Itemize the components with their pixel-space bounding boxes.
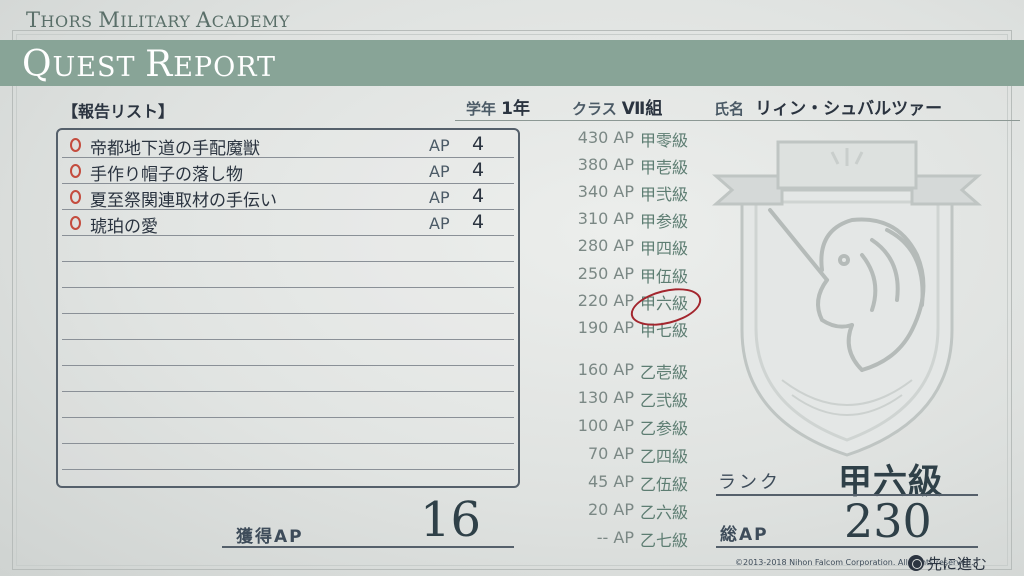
quest-name: 琥珀の愛: [90, 217, 158, 237]
total-ap-underline: [716, 546, 978, 548]
rank-row: 70 AP 乙四級: [552, 442, 712, 466]
quest-complete-icon: [70, 216, 81, 230]
quest-name: 帝都地下道の手配魔獣: [90, 139, 260, 159]
name-info: 氏名 リィン・シュバルツァー: [714, 94, 942, 119]
rank-name: 甲零級: [640, 131, 689, 150]
rank-threshold-ap: 160 AP: [577, 360, 634, 379]
quest-ap-value: 4: [472, 211, 485, 233]
rank-name: 乙参級: [640, 419, 689, 438]
quest-complete-icon: [70, 190, 81, 204]
rank-row: 20 AP 乙六級: [552, 498, 712, 522]
rank-name: 甲壱級: [640, 158, 689, 177]
rank-row: 130 AP 乙弐級: [552, 386, 712, 410]
rank-name: 乙六級: [640, 503, 689, 522]
quest-row[interactable]: 琥珀の愛 AP 4: [62, 210, 514, 237]
empty-quest-row: [62, 236, 514, 262]
rank-name: 乙弐級: [640, 391, 689, 410]
rank-threshold-ap: 340 AP: [577, 182, 634, 201]
quest-name: 夏至祭関連取材の手伝い: [90, 191, 277, 211]
empty-quest-row: [62, 444, 514, 470]
quest-ap-label: AP: [429, 162, 450, 181]
rank-row: 250 AP 甲伍級: [552, 262, 712, 286]
name-label: 氏名: [714, 100, 745, 118]
quest-name: 手作り帽子の落し物: [90, 165, 243, 185]
rank-row: 310 AP 甲参級: [552, 207, 712, 231]
rank-row: 190 AP 甲七級: [552, 316, 712, 340]
quest-complete-icon: [70, 138, 81, 152]
rank-threshold-ap: 70 AP: [587, 444, 634, 463]
quest-ap-label: AP: [429, 188, 450, 207]
quest-ap-label: AP: [429, 214, 450, 233]
rank-name: 甲参級: [640, 212, 689, 231]
rank-table: 430 AP 甲零級 380 AP 甲壱級 340 AP 甲弐級 310 AP 甲参級 280 …: [552, 126, 712, 556]
quest-ap-label: AP: [429, 136, 450, 155]
rank-threshold-ap: 130 AP: [577, 388, 634, 407]
empty-quest-row: [62, 366, 514, 392]
rank-threshold-ap: -- AP: [596, 528, 634, 547]
quest-row[interactable]: 手作り帽子の落し物 AP 4: [62, 158, 514, 185]
rank-threshold-ap: 45 AP: [587, 472, 634, 491]
rank-threshold-ap: 310 AP: [577, 209, 634, 228]
rank-name: 乙伍級: [640, 475, 689, 494]
rank-threshold-ap: 190 AP: [577, 318, 634, 337]
rank-threshold-ap: 250 AP: [577, 264, 634, 283]
empty-quest-row: [62, 262, 514, 288]
quest-ap-value: 4: [472, 133, 485, 155]
rank-name: 甲弐級: [640, 185, 689, 204]
rank-name: 甲伍級: [640, 267, 689, 286]
earned-ap-underline: [222, 546, 514, 548]
rank-threshold-ap: 220 AP: [577, 291, 634, 310]
rank-row: 430 AP 甲零級: [552, 126, 712, 150]
class-info: クラス Ⅶ組: [572, 94, 662, 119]
rank-threshold-ap: 430 AP: [577, 128, 634, 147]
empty-quest-row: [62, 288, 514, 314]
empty-quest-row: [62, 418, 514, 444]
unicorn-crest-emblem: [712, 140, 982, 457]
total-ap-value: 230: [844, 494, 932, 548]
page-title: QUEST REPORT: [22, 44, 277, 85]
rank-row: 380 AP 甲壱級: [552, 153, 712, 177]
rank-threshold-ap: 380 AP: [577, 155, 634, 174]
rank-row: 100 AP 乙参級: [552, 414, 712, 438]
confirm-button-icon: [908, 555, 924, 571]
rank-row: 45 AP 乙伍級: [552, 470, 712, 494]
rank-name: 甲四級: [640, 239, 689, 258]
rank-name: 乙七級: [640, 531, 689, 550]
quest-ap-value: 4: [472, 185, 485, 207]
report-list-heading: 【報告リスト】: [62, 102, 175, 121]
rank-label: ランク: [718, 472, 781, 493]
quest-row[interactable]: 帝都地下道の手配魔獣 AP 4: [62, 132, 514, 159]
continue-label: 先に進む: [927, 554, 988, 573]
total-ap-label: 総AP: [720, 525, 769, 545]
rank-threshold-ap: 280 AP: [577, 236, 634, 255]
class-value: Ⅶ組: [621, 99, 663, 119]
empty-quest-row: [62, 340, 514, 366]
name-value: リィン・シュバルツァー: [755, 99, 943, 119]
class-label: クラス: [572, 100, 617, 118]
empty-quest-row: [62, 314, 514, 340]
quest-row[interactable]: 夏至祭関連取材の手伝い AP 4: [62, 184, 514, 211]
rank-row: 280 AP 甲四級: [552, 234, 712, 258]
quest-ap-value: 4: [472, 159, 485, 181]
rank-threshold-ap: 100 AP: [577, 416, 634, 435]
year-info: 学年 1年: [466, 94, 530, 119]
info-divider: [455, 120, 1020, 121]
quest-complete-icon: [70, 164, 81, 178]
rank-row: 160 AP 乙壱級: [552, 358, 712, 382]
academy-name: THORS MILITARY ACADEMY: [26, 8, 290, 32]
rank-row: 340 AP 甲弐級: [552, 180, 712, 204]
earned-ap-value: 16: [420, 492, 482, 548]
rank-threshold-ap: 20 AP: [587, 500, 634, 519]
continue-button[interactable]: 先に進む: [908, 553, 987, 573]
quest-report-screen: THORS MILITARY ACADEMY QUEST REPORT 【報告リ…: [0, 0, 1024, 576]
rank-name: 乙四級: [640, 447, 689, 466]
year-value: 1年: [501, 99, 530, 119]
rank-row: -- AP 乙七級: [552, 526, 712, 550]
year-label: 学年: [466, 100, 497, 118]
rank-name: 乙壱級: [640, 363, 689, 382]
quest-list: 帝都地下道の手配魔獣 AP 4 手作り帽子の落し物 AP 4 夏至祭関連取材の手伝い AP 4 琥…: [56, 128, 520, 488]
earned-ap-label: 獲得AP: [236, 527, 304, 547]
empty-quest-row: [62, 392, 514, 418]
